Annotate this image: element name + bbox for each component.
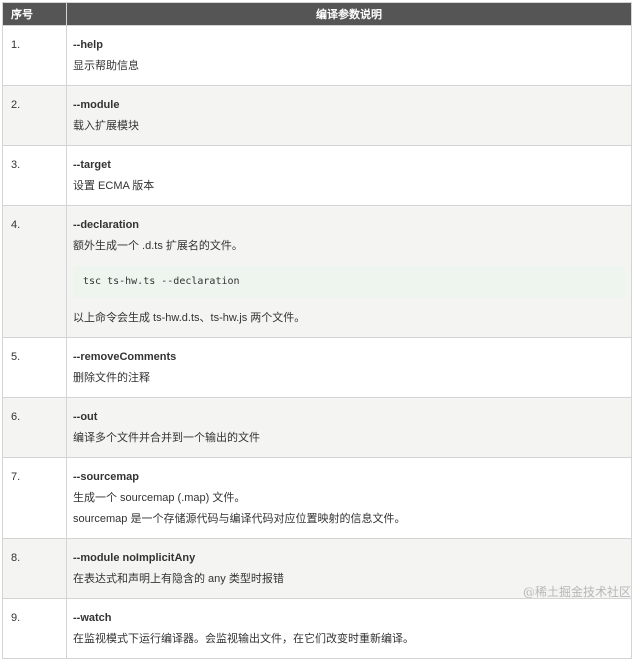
option-name: --watch [73, 612, 112, 624]
table-row: 4. --declaration 额外生成一个 .d.ts 扩展名的文件。 ts… [2, 205, 632, 338]
row-description: --watch 在监视模式下运行编译器。会监视输出文件，在它们改变时重新编译。 [66, 598, 632, 659]
code-block: tsc ts-hw.ts --declaration [73, 266, 625, 298]
option-name: --removeComments [73, 351, 177, 363]
table-row: 9. --watch 在监视模式下运行编译器。会监视输出文件，在它们改变时重新编… [2, 598, 632, 659]
option-desc: 设置 ECMA 版本 [73, 180, 155, 192]
row-description: --removeComments 删除文件的注释 [66, 337, 632, 398]
row-index: 5. [2, 337, 67, 398]
watermark: @稀土掘金技术社区 [522, 585, 631, 599]
option-name: --out [73, 411, 98, 423]
option-desc-extra: sourcemap 是一个存储源代码与编译代码对应位置映射的信息文件。 [73, 513, 406, 525]
row-description: --declaration 额外生成一个 .d.ts 扩展名的文件。 tsc t… [66, 205, 632, 338]
row-description: --module 载入扩展模块 [66, 85, 632, 146]
row-description: --help 显示帮助信息 [66, 25, 632, 86]
option-name: --declaration [73, 219, 140, 231]
row-index: 9. [2, 598, 67, 659]
option-name: --target [73, 159, 111, 171]
compiler-options-table: 序号 编译参数说明 1. --help 显示帮助信息 2. --module 载… [2, 2, 632, 659]
option-name: --help [73, 39, 103, 51]
option-desc: 删除文件的注释 [73, 372, 150, 384]
row-description: --target 设置 ECMA 版本 [66, 145, 632, 206]
table-row: 2. --module 载入扩展模块 [2, 85, 632, 146]
option-desc: 编译多个文件并合并到一个输出的文件 [73, 432, 260, 444]
option-desc-note: 以上命令会生成 ts-hw.d.ts、ts-hw.js 两个文件。 [73, 312, 306, 324]
table-header-row: 序号 编译参数说明 [2, 2, 632, 26]
row-description: --out 编译多个文件并合并到一个输出的文件 [66, 397, 632, 458]
option-name: --module [73, 99, 120, 111]
row-index: 4. [2, 205, 67, 338]
row-index: 1. [2, 25, 67, 86]
row-index: 2. [2, 85, 67, 146]
option-desc: 生成一个 sourcemap (.map) 文件。 [73, 492, 246, 504]
row-index: 3. [2, 145, 67, 206]
row-index: 7. [2, 457, 67, 539]
table-row: 5. --removeComments 删除文件的注释 [2, 337, 632, 398]
row-index: 8. [2, 538, 67, 599]
table-row: 7. --sourcemap 生成一个 sourcemap (.map) 文件。… [2, 457, 632, 539]
table-row: 1. --help 显示帮助信息 [2, 25, 632, 86]
row-description: --sourcemap 生成一个 sourcemap (.map) 文件。 so… [66, 457, 632, 539]
option-desc: 在监视模式下运行编译器。会监视输出文件，在它们改变时重新编译。 [73, 633, 414, 645]
header-index: 序号 [2, 2, 67, 26]
option-desc: 载入扩展模块 [73, 120, 139, 132]
table-row: 6. --out 编译多个文件并合并到一个输出的文件 [2, 397, 632, 458]
header-description: 编译参数说明 [66, 2, 632, 26]
option-desc: 额外生成一个 .d.ts 扩展名的文件。 [73, 240, 243, 252]
option-name: --sourcemap [73, 471, 140, 483]
option-desc: 显示帮助信息 [73, 60, 139, 72]
table-row: 3. --target 设置 ECMA 版本 [2, 145, 632, 206]
option-name: --module noImplicitAny [73, 552, 196, 564]
row-index: 6. [2, 397, 67, 458]
